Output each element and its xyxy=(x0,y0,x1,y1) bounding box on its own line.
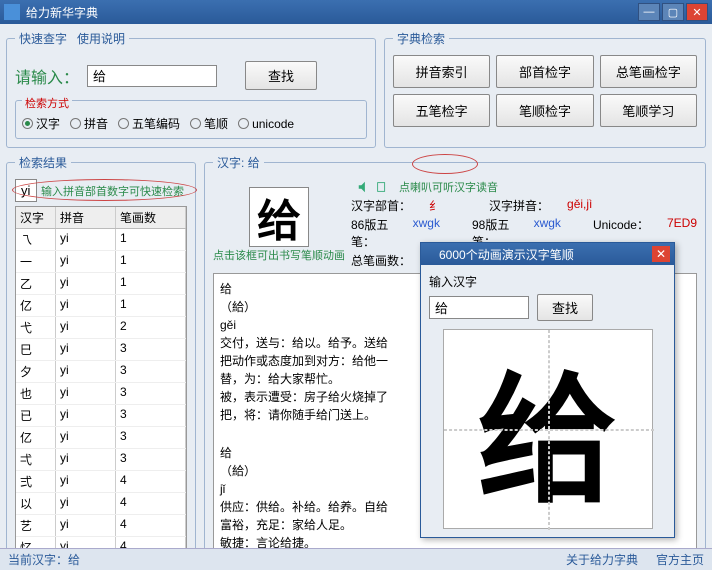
table-row[interactable]: 弍yi4 xyxy=(16,471,186,493)
dialog-title: 6000个动画演示汉字笔顺 xyxy=(439,246,574,263)
table-row[interactable]: 亿yi3 xyxy=(16,427,186,449)
maximize-button[interactable]: ▢ xyxy=(662,3,684,21)
speaker-icon[interactable] xyxy=(357,180,371,194)
quick-search-legend: 快速查字 xyxy=(19,32,67,46)
table-row[interactable]: 夕yi3 xyxy=(16,361,186,383)
char-display-box[interactable]: 给 xyxy=(249,187,309,247)
th-char: 汉字 xyxy=(16,207,56,228)
filter-input[interactable] xyxy=(15,179,37,202)
table-row[interactable]: 弌yi3 xyxy=(16,449,186,471)
mode-radio-1[interactable]: 拼音 xyxy=(70,115,108,132)
copy-icon[interactable] xyxy=(375,180,389,194)
usage-legend[interactable]: 使用说明 xyxy=(77,32,125,46)
dict-search-group: 字典检索 拼音索引部首检字总笔画检字五笔检字笔顺检字笔顺学习 xyxy=(384,30,706,148)
radical-value: 纟 xyxy=(429,197,441,214)
dict-button-2[interactable]: 总笔画检字 xyxy=(600,55,697,88)
status-bar: 当前汉字：给 关于给力字典 官方主页 xyxy=(0,548,712,570)
dict-button-5[interactable]: 笔顺学习 xyxy=(600,94,697,127)
table-row[interactable]: 艺yi4 xyxy=(16,515,186,537)
app-icon xyxy=(4,4,20,20)
anim-input-label: 输入汉字 xyxy=(429,273,666,290)
dict-button-4[interactable]: 笔顺检字 xyxy=(496,94,593,127)
find-button[interactable]: 查找 xyxy=(245,61,317,90)
char-display: 给 xyxy=(257,185,301,249)
table-row[interactable]: 以yi4 xyxy=(16,493,186,515)
anim-char-display: 给 xyxy=(477,328,617,530)
anim-char-display-box: 给 xyxy=(443,329,653,529)
mode-radio-0[interactable]: 汉字 xyxy=(22,115,60,132)
table-row[interactable]: 亿yi1 xyxy=(16,295,186,317)
homepage-link[interactable]: 官方主页 xyxy=(656,551,704,568)
window-title: 给力新华字典 xyxy=(26,4,98,21)
search-input[interactable] xyxy=(87,65,217,87)
char-legend: 汉字: 给 xyxy=(213,154,264,171)
box-hint: 点击该框可出书写笔顺动画 xyxy=(213,247,345,263)
dialog-icon xyxy=(425,247,439,261)
filter-hint: 输入拼音部首数字可快速检索 xyxy=(41,183,184,199)
dict-button-3[interactable]: 五笔检字 xyxy=(393,94,490,127)
table-header: 汉字 拼音 笔画数 xyxy=(16,207,186,229)
stroke-animation-dialog: 6000个动画演示汉字笔顺 ✕ 输入汉字 查找 给 xyxy=(420,242,675,538)
minimize-button[interactable]: — xyxy=(638,3,660,21)
current-char-status: 当前汉字：给 xyxy=(8,551,80,568)
search-mode-box: 检索方式 汉字拼音五笔编码笔顺 unicode xyxy=(15,100,367,139)
mode-radio-2[interactable]: 五笔编码 xyxy=(118,115,180,132)
dict-button-0[interactable]: 拼音索引 xyxy=(393,55,490,88)
speak-hint: 点喇叭可听汉字读音 xyxy=(399,179,498,195)
dict-search-legend: 字典检索 xyxy=(393,30,449,47)
about-link[interactable]: 关于给力字典 xyxy=(566,551,638,568)
table-row[interactable]: 已yi3 xyxy=(16,405,186,427)
anim-char-input[interactable] xyxy=(429,296,529,319)
search-mode-title: 检索方式 xyxy=(22,98,72,110)
table-row[interactable]: 也yi3 xyxy=(16,383,186,405)
th-strokes: 笔画数 xyxy=(116,207,186,228)
dict-button-1[interactable]: 部首检字 xyxy=(496,55,593,88)
quick-search-group: 快速查字 使用说明 请输入： 查找 检索方式 汉字拼音五笔编码笔顺 unicode xyxy=(6,30,376,148)
results-table[interactable]: 汉字 拼音 笔画数 乁yi1一yi1乙yi1亿yi1弋yi2巳yi3夕yi3也y… xyxy=(15,206,187,555)
dialog-titlebar[interactable]: 6000个动画演示汉字笔顺 ✕ xyxy=(421,243,674,265)
results-group: 检索结果 输入拼音部首数字可快速检索 汉字 拼音 笔画数 乁yi1一yi1乙yi… xyxy=(6,154,196,564)
search-prompt: 请输入： xyxy=(15,64,79,88)
results-legend: 检索结果 xyxy=(15,154,71,171)
table-row[interactable]: 乁yi1 xyxy=(16,229,186,251)
pinyin-value: gěi,jì xyxy=(567,197,592,214)
anim-find-button[interactable]: 查找 xyxy=(537,294,593,321)
mode-radio-4[interactable]: unicode xyxy=(238,115,294,132)
table-row[interactable]: 弋yi2 xyxy=(16,317,186,339)
window-titlebar: 给力新华字典 — ▢ ✕ xyxy=(0,0,712,24)
th-pinyin: 拼音 xyxy=(56,207,116,228)
close-button[interactable]: ✕ xyxy=(686,3,708,21)
mode-radio-3[interactable]: 笔顺 xyxy=(190,115,228,132)
table-row[interactable]: 乙yi1 xyxy=(16,273,186,295)
table-row[interactable]: 巳yi3 xyxy=(16,339,186,361)
dialog-close-button[interactable]: ✕ xyxy=(652,246,670,262)
table-row[interactable]: 一yi1 xyxy=(16,251,186,273)
